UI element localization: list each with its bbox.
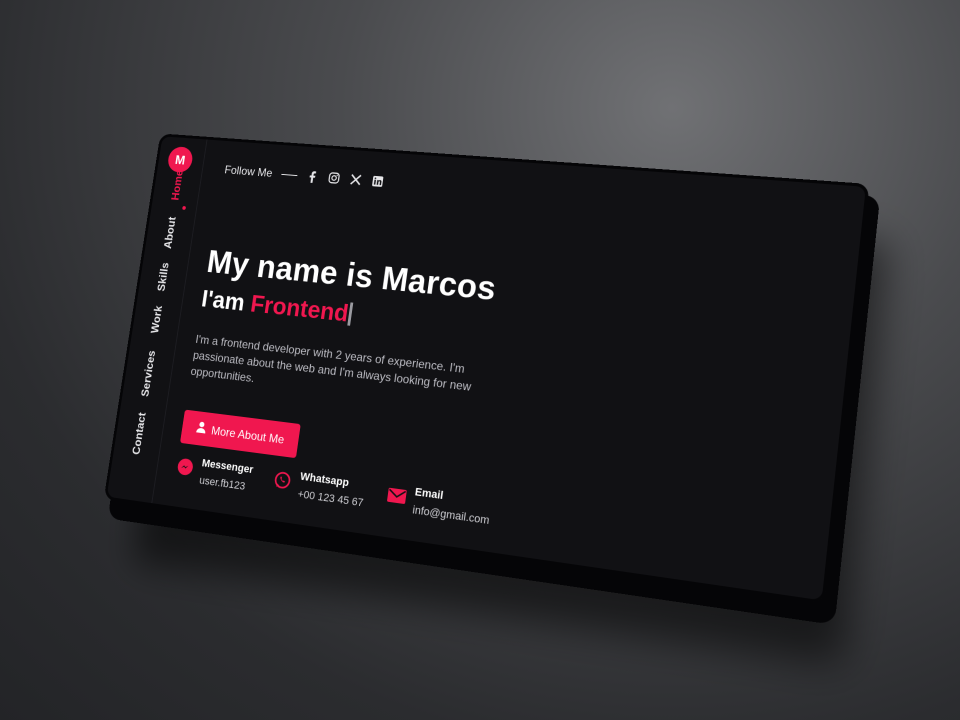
contact-email[interactable]: Email info@gmail.com xyxy=(385,483,492,527)
linkedin-icon[interactable] xyxy=(370,174,385,188)
nav-item-skills[interactable]: Skills xyxy=(155,262,171,292)
follow-divider xyxy=(281,173,298,176)
instagram-icon[interactable] xyxy=(327,171,341,185)
role-highlight: Frontend xyxy=(248,290,351,328)
contact-whatsapp[interactable]: Whatsapp +00 123 45 67 xyxy=(271,467,366,509)
follow-bar: Follow Me xyxy=(224,163,385,188)
nav-item-work[interactable]: Work xyxy=(149,305,165,334)
cta-label: More About Me xyxy=(210,423,286,447)
mockup-stage: M Home About Skills Work Services Contac… xyxy=(0,0,960,720)
contact-value: info@gmail.com xyxy=(411,504,491,528)
more-about-me-button[interactable]: More About Me xyxy=(180,409,302,459)
contact-messenger[interactable]: Messenger user.fb123 xyxy=(174,454,254,493)
nav-item-home[interactable]: Home xyxy=(169,170,186,201)
nav-item-contact[interactable]: Contact xyxy=(130,412,148,456)
hero-section: My name is Marcos I'am Frontend I'm a fr… xyxy=(180,244,601,495)
nav-item-about[interactable]: About xyxy=(162,216,179,249)
user-icon xyxy=(195,421,207,437)
email-icon xyxy=(386,485,408,508)
whatsapp-icon xyxy=(273,469,294,491)
role-prefix: I'am xyxy=(199,285,247,317)
x-icon[interactable] xyxy=(348,173,363,187)
nav-item-services[interactable]: Services xyxy=(139,350,158,398)
social-links xyxy=(305,169,385,188)
contact-title: Whatsapp xyxy=(299,470,350,490)
sidebar-nav: M Home About Skills Work Services Contac… xyxy=(106,136,208,504)
contact-value: +00 123 45 67 xyxy=(296,488,365,510)
facebook-icon[interactable] xyxy=(305,169,319,183)
contact-value: user.fb123 xyxy=(198,474,246,493)
follow-label: Follow Me xyxy=(223,163,274,180)
messenger-icon xyxy=(175,456,195,478)
active-indicator-dot xyxy=(182,205,187,210)
contact-title: Messenger xyxy=(201,457,254,477)
hero-description: I'm a frontend developer with 2 years of… xyxy=(189,332,472,394)
